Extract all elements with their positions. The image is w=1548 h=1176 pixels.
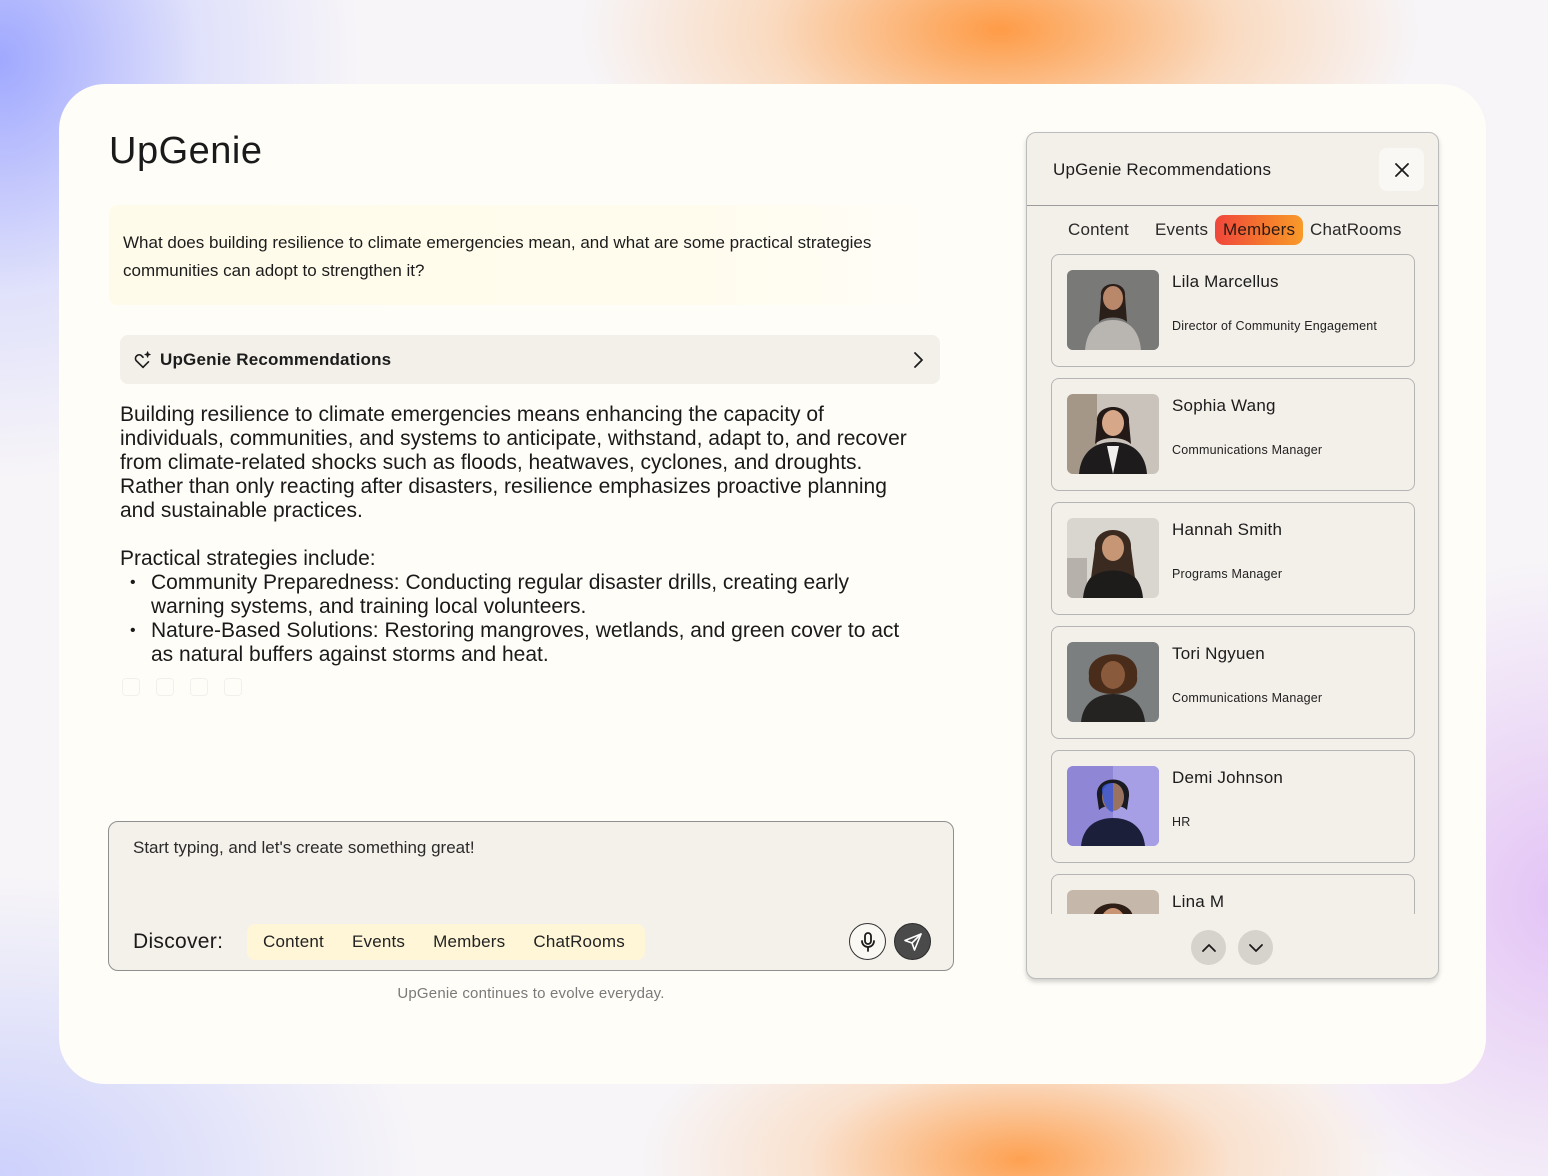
- tab-events[interactable]: Events: [1155, 215, 1208, 245]
- like-icon[interactable]: [156, 678, 174, 696]
- member-role: HR: [1172, 815, 1191, 829]
- member-name: Demi Johnson: [1172, 768, 1284, 787]
- avatar: [1067, 890, 1159, 914]
- tab-content[interactable]: Content: [1068, 215, 1129, 245]
- sparkle-heart-icon: [134, 350, 151, 368]
- avatar: [1067, 270, 1159, 350]
- recommendations-panel: UpGenie Recommendations Content Events M…: [1026, 132, 1439, 979]
- chat-composer[interactable]: Start typing, and let's create something…: [108, 821, 954, 971]
- member-card[interactable]: Tori Ngyuen Communications Manager: [1051, 626, 1415, 739]
- member-card[interactable]: Sophia Wang Communications Manager: [1051, 378, 1415, 491]
- microphone-button[interactable]: [849, 923, 886, 960]
- member-name: Hannah Smith: [1172, 520, 1283, 539]
- chevron-right-icon: [914, 351, 923, 368]
- answer-body: Building resilience to climate emergenci…: [120, 403, 920, 667]
- chip-content[interactable]: Content: [263, 932, 324, 952]
- recommendations-toggle[interactable]: UpGenie Recommendations: [120, 335, 940, 384]
- avatar: [1067, 394, 1159, 474]
- user-question: What does building resilience to climate…: [109, 205, 954, 305]
- close-icon: [1394, 162, 1409, 177]
- discover-chips: Content Events Members ChatRooms: [247, 924, 645, 960]
- close-button[interactable]: [1379, 148, 1424, 191]
- member-name: Tori Ngyuen: [1172, 644, 1265, 663]
- member-name: Lila Marcellus: [1172, 272, 1279, 291]
- composer-input[interactable]: Start typing, and let's create something…: [133, 838, 475, 858]
- recommendations-label: UpGenie Recommendations: [160, 349, 392, 369]
- chip-events[interactable]: Events: [352, 932, 405, 952]
- app-title: UpGenie: [109, 130, 263, 172]
- chevron-down-icon: [1248, 943, 1263, 952]
- avatar: [1067, 518, 1159, 598]
- strategies-heading: Practical strategies include:: [120, 547, 376, 570]
- microphone-icon: [860, 931, 875, 952]
- footnote: UpGenie continues to evolve everyday.: [397, 985, 665, 1002]
- answer-actions: [122, 678, 242, 696]
- chip-members[interactable]: Members: [433, 932, 505, 952]
- list-item: Nature-Based Solutions: Restoring mangro…: [120, 619, 920, 667]
- panel-header: UpGenie Recommendations: [1027, 133, 1438, 206]
- avatar: [1067, 642, 1159, 722]
- member-role: Director of Community Engagement: [1172, 319, 1378, 333]
- member-list: Lila Marcellus Director of Community Eng…: [1051, 254, 1415, 914]
- avatar: [1067, 766, 1159, 846]
- member-card[interactable]: Hannah Smith Programs Manager: [1051, 502, 1415, 615]
- answer-paragraph: Building resilience to climate emergenci…: [120, 403, 907, 522]
- scroll-up-button[interactable]: [1191, 930, 1226, 965]
- chevron-up-icon: [1201, 943, 1216, 952]
- member-role: Programs Manager: [1172, 567, 1283, 581]
- scroll-down-button[interactable]: [1238, 930, 1273, 965]
- list-item: Community Preparedness: Conducting regul…: [120, 571, 920, 619]
- panel-tabs: Content Events Members ChatRooms: [1027, 215, 1438, 245]
- member-card[interactable]: Lila Marcellus Director of Community Eng…: [1051, 254, 1415, 367]
- copy-icon[interactable]: [122, 678, 140, 696]
- member-name: Lina M: [1172, 892, 1225, 911]
- chip-chatrooms[interactable]: ChatRooms: [533, 932, 625, 952]
- send-icon: [903, 932, 922, 951]
- member-name: Sophia Wang: [1172, 396, 1276, 415]
- tab-members[interactable]: Members: [1215, 215, 1304, 245]
- tab-chatrooms[interactable]: ChatRooms: [1310, 215, 1402, 245]
- share-icon[interactable]: [224, 678, 242, 696]
- send-button[interactable]: [894, 923, 931, 960]
- member-card[interactable]: Demi Johnson HR: [1051, 750, 1415, 863]
- panel-title: UpGenie Recommendations: [1053, 160, 1272, 179]
- strategies-list: Community Preparedness: Conducting regul…: [120, 571, 920, 667]
- member-card[interactable]: Lina M: [1051, 874, 1415, 914]
- member-role: Communications Manager: [1172, 691, 1323, 705]
- bookmark-icon[interactable]: [190, 678, 208, 696]
- member-role: Communications Manager: [1172, 443, 1323, 457]
- discover-label: Discover:: [133, 930, 224, 953]
